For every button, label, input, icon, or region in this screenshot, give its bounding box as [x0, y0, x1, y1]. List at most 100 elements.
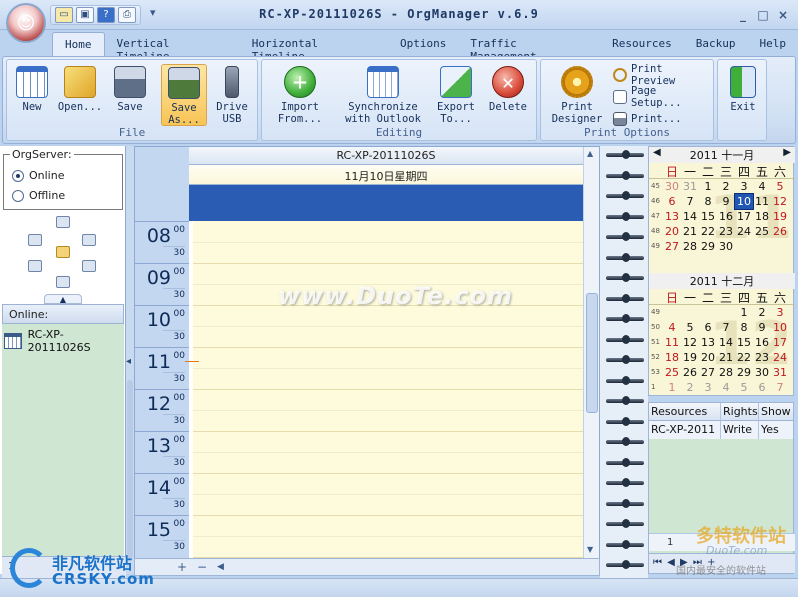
cell-show[interactable]: Yes [759, 421, 793, 439]
calendar-day[interactable]: 12 [771, 194, 789, 209]
print-preview-button[interactable]: Print Preview [613, 63, 713, 87]
calendar-day[interactable]: 4 [753, 179, 771, 194]
calendar-day[interactable]: 31 [771, 365, 789, 380]
scroll-thumb[interactable] [586, 293, 598, 413]
calendar-day[interactable]: 3 [699, 380, 717, 395]
table-row[interactable]: RC-XP-2011 Write Yes [649, 421, 793, 439]
add-column-button[interactable]: + [177, 560, 187, 574]
tab-backup[interactable]: Backup [684, 32, 748, 56]
calendar-day[interactable]: 6 [753, 380, 771, 395]
calendar-day[interactable]: 17 [771, 335, 789, 350]
app-menu-orb[interactable]: ☺ [6, 3, 46, 43]
delete-button[interactable]: ✕ Delete [484, 64, 532, 126]
scroll-down-icon[interactable]: ▼ [587, 545, 593, 554]
calendar-day[interactable]: 27 [699, 365, 717, 380]
calendar-day[interactable]: 14 [717, 335, 735, 350]
cell-resource[interactable]: RC-XP-2011 [649, 421, 721, 439]
calendar-day[interactable]: 13 [699, 335, 717, 350]
calendar-day[interactable]: 23 [717, 224, 735, 239]
tab-horizontal-timeline[interactable]: Horizontal Timeline [240, 32, 388, 63]
tab-options[interactable]: Options [388, 32, 458, 56]
tab-resources[interactable]: Resources [600, 32, 684, 56]
offline-radio[interactable] [12, 189, 24, 202]
calendar-day[interactable]: 30 [663, 179, 681, 194]
calendar-day[interactable]: 7 [717, 320, 735, 335]
collapse-up-button[interactable]: ▲ [44, 294, 82, 304]
calendar-day[interactable]: 29 [699, 239, 717, 254]
calendar-day[interactable]: 5 [681, 320, 699, 335]
splitter-grip[interactable] [127, 380, 133, 560]
calendar-day[interactable]: 2 [753, 305, 771, 320]
calendar-day[interactable]: 26 [771, 224, 789, 239]
calendar-day[interactable]: 25 [663, 365, 681, 380]
horizontal-scrollbar[interactable]: + − ◀ [134, 558, 600, 576]
calendar-day[interactable]: 10 [734, 193, 754, 210]
calendar-day[interactable]: 1 [735, 305, 753, 320]
appointment-grid[interactable] [185, 221, 583, 559]
calendar-day[interactable]: 22 [699, 224, 717, 239]
tab-vertical-timeline[interactable]: Vertical Timeline [105, 32, 240, 63]
column-header-show[interactable]: Show [759, 403, 793, 421]
calendar-day[interactable]: 21 [681, 224, 699, 239]
splitter[interactable]: ◂ [126, 146, 134, 574]
scroll-up-icon[interactable]: ▲ [587, 149, 593, 158]
server-list-item[interactable]: RC-XP-20111026S [4, 328, 124, 354]
calendar-day[interactable]: 14 [681, 209, 699, 224]
calendar-day[interactable]: 18 [663, 350, 681, 365]
all-day-area[interactable] [189, 185, 583, 221]
tab-home[interactable]: Home [52, 32, 105, 56]
calendar-day[interactable]: 20 [663, 224, 681, 239]
calendar-day[interactable]: 28 [681, 239, 699, 254]
calendar-day[interactable]: 6 [663, 194, 681, 209]
online-radio-row[interactable]: Online [12, 169, 64, 182]
close-button[interactable]: × [776, 8, 790, 22]
calendar-day[interactable]: 31 [681, 179, 699, 194]
calendar-day[interactable]: 21 [717, 350, 735, 365]
new-button[interactable]: New [9, 64, 55, 126]
calendar-day[interactable]: 10 [771, 320, 789, 335]
page-setup-button[interactable]: Page Setup... [613, 85, 713, 109]
synchronize-outlook-button[interactable]: Synchronize with Outlook [342, 64, 424, 126]
calendar-day[interactable]: 1 [663, 380, 681, 395]
calendar-day[interactable]: 1 [699, 179, 717, 194]
prev-month-icon[interactable]: ◀ [653, 147, 661, 158]
calendar-day[interactable]: 17 [735, 209, 753, 224]
calendar-day[interactable]: 2 [717, 179, 735, 194]
calendar-day[interactable]: 15 [735, 335, 753, 350]
offline-radio-row[interactable]: Offline [12, 189, 65, 202]
calendar-day[interactable]: 11 [663, 335, 681, 350]
print-designer-button[interactable]: Print Designer [545, 64, 609, 126]
calendar-day[interactable]: 11 [753, 194, 771, 209]
tab-traffic-management[interactable]: Traffic Management [458, 32, 600, 63]
calendar-day[interactable]: 6 [699, 320, 717, 335]
calendar-day[interactable]: 7 [681, 194, 699, 209]
column-header-resources[interactable]: Resources [649, 403, 721, 421]
drive-usb-button[interactable]: Drive USB [209, 64, 255, 126]
resource-header[interactable]: RC-XP-20111026S [189, 147, 583, 165]
calendar-day[interactable]: 16 [717, 209, 735, 224]
calendar-day[interactable]: 18 [753, 209, 771, 224]
calendar-day[interactable]: 27 [663, 239, 681, 254]
calendar-day[interactable]: 19 [771, 209, 789, 224]
calendar-day[interactable]: 13 [663, 209, 681, 224]
calendar-day[interactable]: 2 [681, 380, 699, 395]
open-button[interactable]: Open... [57, 64, 103, 126]
calendar-day[interactable]: 20 [699, 350, 717, 365]
next-month-icon[interactable]: ▶ [783, 147, 791, 158]
calendar-day[interactable]: 22 [735, 350, 753, 365]
calendar-day[interactable]: 5 [735, 380, 753, 395]
remove-column-button[interactable]: − [197, 560, 207, 574]
scroll-left-icon[interactable]: ◀ [217, 562, 224, 572]
cell-rights[interactable]: Write [721, 421, 759, 439]
chevron-left-icon[interactable]: ◂ [126, 356, 131, 367]
calendar-day[interactable]: 16 [753, 335, 771, 350]
calendar-day[interactable]: 3 [735, 179, 753, 194]
calendar-day[interactable]: 15 [699, 209, 717, 224]
calendar-day[interactable]: 23 [753, 350, 771, 365]
date-header[interactable]: 11月10日星期四 [189, 165, 583, 185]
calendar-day[interactable]: 8 [699, 194, 717, 209]
online-radio[interactable] [12, 169, 24, 182]
calendar-day[interactable]: 7 [771, 380, 789, 395]
save-as-button[interactable]: Save As... [161, 64, 207, 126]
calendar-day[interactable]: 24 [771, 350, 789, 365]
